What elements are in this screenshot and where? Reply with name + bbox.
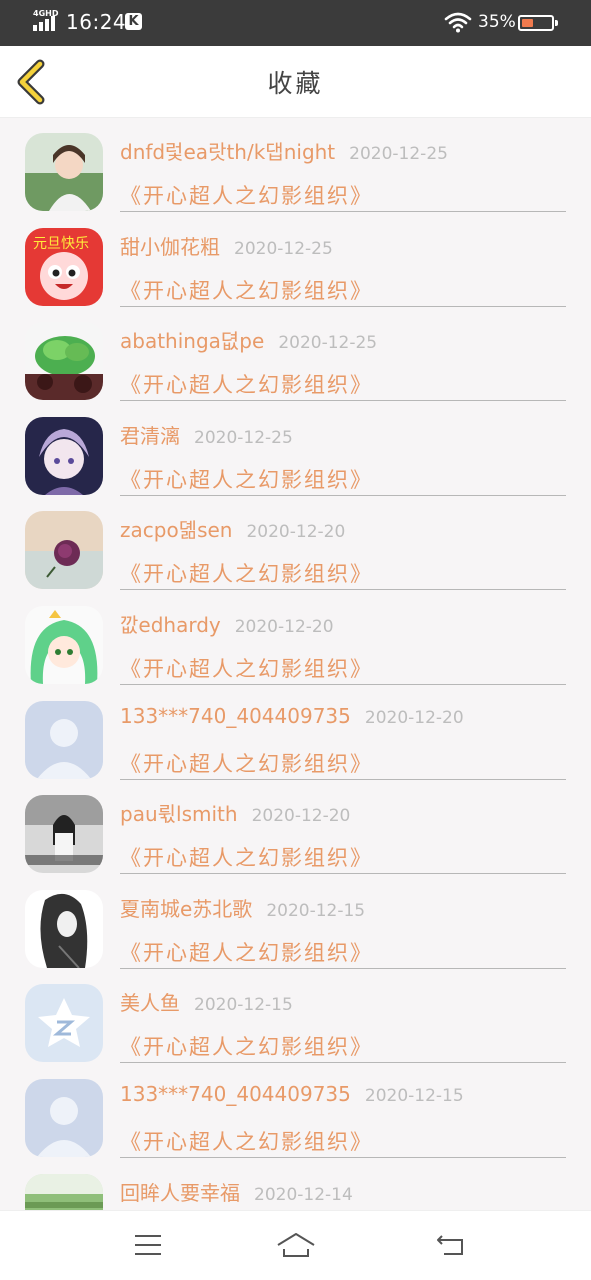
work-title-link[interactable]: 《开心超人之幻影组织》	[120, 1031, 373, 1061]
name-line: 甜小伽花粗 2020-12-25	[120, 231, 333, 260]
battery-fill	[522, 19, 533, 27]
page-title: 收藏	[267, 69, 324, 98]
favorite-date: 2020-12-14	[254, 1184, 353, 1205]
list-item[interactable]: 君清漓 2020-12-25 《开心超人之幻影组织》	[0, 402, 591, 497]
favorite-date: 2020-12-20	[251, 806, 351, 827]
list-item[interactable]: zacpo뎲sen 2020-12-20 《开心超人之幻影组织》	[0, 496, 591, 591]
name-line: 133***740_404409735 2020-12-15	[120, 1082, 464, 1106]
battery-percent: 35%	[478, 12, 516, 32]
back-nav-button[interactable]	[426, 1223, 476, 1267]
work-title-link[interactable]: 《开心超人之幻影组织》	[120, 937, 373, 967]
list-item[interactable]: 깞edhardy 2020-12-20 《开心超人之幻影组织》	[0, 591, 591, 686]
list-item[interactable]: 133***740_404409735 2020-12-15 《开心超人之幻影组织》	[0, 1064, 591, 1159]
favorite-date: 2020-12-25	[349, 144, 448, 164]
name-line: zacpo뎲sen 2020-12-20	[120, 514, 345, 543]
favorites-list: dnfd렃ea랏th/k댑night 2020-12-25 《开心超人之幻影组织》元…	[0, 118, 591, 1210]
user-name[interactable]: zacpo뎲sen	[120, 518, 232, 542]
avatar[interactable]	[25, 795, 103, 874]
list-item[interactable]: abathinga뎞pe 2020-12-25 《开心超人之幻影组织》	[0, 307, 591, 402]
work-title-link[interactable]: 《开心超人之幻影组织》	[120, 748, 373, 778]
user-name[interactable]: 回眸人要幸福	[120, 1181, 240, 1205]
user-name[interactable]: abathinga뎞pe	[120, 329, 264, 353]
avatar[interactable]	[25, 1078, 103, 1157]
user-name[interactable]: 甜小伽花粗	[120, 235, 220, 259]
menu-icon	[135, 1235, 161, 1255]
name-line: 깞edhardy 2020-12-20	[120, 609, 334, 638]
user-name[interactable]: dnfd렃ea랏th/k댑night	[120, 140, 335, 164]
user-name[interactable]: 깞edhardy	[120, 613, 221, 637]
app-badge-icon: K	[125, 13, 142, 30]
avatar[interactable]	[25, 133, 103, 211]
menu-button[interactable]	[123, 1223, 173, 1267]
battery-icon	[518, 15, 558, 31]
system-nav-bar	[0, 1210, 591, 1280]
name-line: 夏南城e苏北歌 2020-12-15	[120, 893, 365, 922]
avatar[interactable]: 元旦快乐	[25, 227, 103, 306]
work-title-link[interactable]: 《开心超人之幻影组织》	[120, 653, 373, 683]
user-name[interactable]: 君清漓	[120, 424, 180, 448]
list-item[interactable]: pau뤿lsmith 2020-12-20 《开心超人之幻影组织》	[0, 780, 591, 875]
favorite-date: 2020-12-25	[278, 333, 378, 354]
favorite-date: 2020-12-25	[234, 238, 333, 259]
avatar[interactable]	[25, 416, 103, 495]
status-bar: 4GHD 16:24 K 35%	[0, 0, 591, 46]
work-title-link[interactable]: 《开心超人之幻影组织》	[120, 180, 373, 210]
name-line: 回眸人要幸福 2020-12-14	[120, 1177, 353, 1206]
avatar[interactable]	[25, 1173, 103, 1210]
name-line: 美人鱼 2020-12-15	[120, 987, 293, 1016]
back-arrow-icon	[437, 1235, 463, 1255]
work-title-link[interactable]: 《开心超人之幻影组织》	[120, 842, 373, 872]
home-button[interactable]	[271, 1223, 321, 1267]
name-line: 君清漓 2020-12-25	[120, 420, 293, 449]
work-title-link[interactable]: 《开心超人之幻影组织》	[120, 558, 373, 588]
user-name[interactable]: 美人鱼	[120, 991, 180, 1015]
avatar[interactable]	[25, 605, 103, 684]
work-title-link[interactable]: 《开心超人之幻影组织》	[120, 464, 373, 494]
avatar[interactable]	[25, 889, 103, 968]
list-item[interactable]: 夏南城e苏北歌 2020-12-15 《开心超人之幻影组织》	[0, 875, 591, 970]
work-title-link[interactable]: 《开心超人之幻影组织》	[120, 1126, 373, 1156]
favorite-date: 2020-12-15	[194, 995, 293, 1016]
avatar[interactable]	[25, 984, 103, 1063]
name-line: pau뤿lsmith 2020-12-20	[120, 798, 350, 827]
wifi-icon	[444, 11, 472, 37]
list-item[interactable]: 元旦快乐 甜小伽花粗 2020-12-25 《开心超人之幻影组织》	[0, 213, 591, 308]
favorite-date: 2020-12-15	[266, 900, 366, 921]
favorite-date: 2020-12-20	[246, 522, 346, 543]
avatar[interactable]	[25, 322, 103, 401]
favorite-date: 2020-12-20	[234, 616, 334, 637]
work-title-link[interactable]: 《开心超人之幻影组织》	[120, 275, 373, 305]
favorite-date: 2020-12-25	[194, 427, 293, 448]
list-item[interactable]: 美人鱼 2020-12-15 《开心超人之幻影组织》	[0, 969, 591, 1064]
signal-icon: 4GHD	[32, 9, 60, 31]
home-icon	[277, 1233, 315, 1257]
avatar[interactable]	[25, 700, 103, 779]
favorite-date: 2020-12-20	[364, 707, 464, 728]
list-item[interactable]: 133***740_404409735 2020-12-20 《开心超人之幻影组织》	[0, 686, 591, 781]
name-line: dnfd렃ea랏th/k댑night 2020-12-25	[120, 136, 448, 165]
user-name[interactable]: 133***740_404409735	[120, 1082, 351, 1106]
list-item[interactable]: 回眸人要幸福2020-12-14《开心超人之幻影组织》	[0, 1159, 591, 1210]
name-line: 133***740_404409735 2020-12-20	[120, 704, 464, 728]
user-name[interactable]: pau뤿lsmith	[120, 802, 238, 826]
avatar[interactable]	[25, 511, 103, 590]
name-line: abathinga뎞pe 2020-12-25	[120, 325, 377, 354]
svg-text:元旦快乐: 元旦快乐	[33, 236, 89, 252]
clock: 16:24	[66, 10, 127, 34]
list-item[interactable]: dnfd렃ea랏th/k댑night 2020-12-25 《开心超人之幻影组织》	[0, 118, 591, 213]
favorite-date: 2020-12-15	[364, 1085, 464, 1106]
header: 收藏	[0, 46, 591, 118]
work-title-link[interactable]: 《开心超人之幻影组织》	[120, 369, 373, 399]
user-name[interactable]: 133***740_404409735	[120, 704, 351, 728]
user-name[interactable]: 夏南城e苏北歌	[120, 897, 252, 921]
